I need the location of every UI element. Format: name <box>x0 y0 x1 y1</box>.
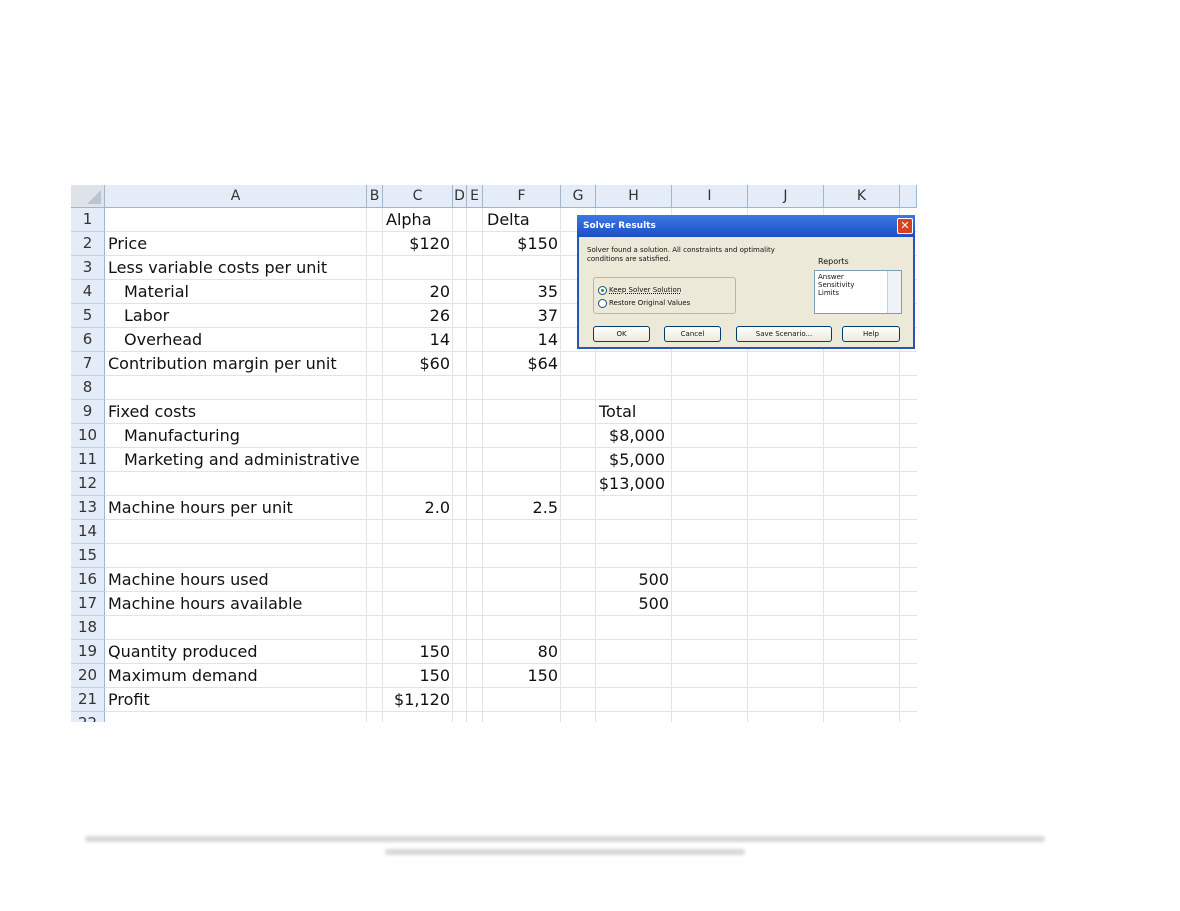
row-header-6[interactable]: 6 <box>71 328 105 352</box>
column-header-h[interactable]: H <box>596 185 672 208</box>
cell-c6[interactable]: 14 <box>383 328 450 352</box>
column-header-a[interactable]: A <box>105 185 367 208</box>
cell-a13[interactable]: Machine hours per unit <box>108 496 364 520</box>
row-header-15[interactable]: 15 <box>71 544 105 568</box>
row-header-7[interactable]: 7 <box>71 352 105 376</box>
row-header-4[interactable]: 4 <box>71 280 105 304</box>
keep-solution-label[interactable]: Keep Solver Solution <box>609 286 733 295</box>
row-header-19[interactable]: 19 <box>71 640 105 664</box>
solver-message-line2: conditions are satisfied. <box>587 255 671 263</box>
cell-a10[interactable]: Manufacturing <box>124 424 364 448</box>
cell-a20[interactable]: Maximum demand <box>108 664 364 688</box>
row-header-10[interactable]: 10 <box>71 424 105 448</box>
cell-h17[interactable]: 500 <box>596 592 669 616</box>
cell-f13[interactable]: 2.5 <box>483 496 558 520</box>
column-header-k[interactable]: K <box>824 185 900 208</box>
cell-c5[interactable]: 26 <box>383 304 450 328</box>
cell-a16[interactable]: Machine hours used <box>108 568 364 592</box>
solver-results-dialog: Solver Results ✕ Solver found a solution… <box>577 215 915 349</box>
select-all-corner[interactable] <box>71 185 105 208</box>
cell-h9[interactable]: Total <box>599 400 669 424</box>
cell-c1[interactable]: Alpha <box>386 208 450 232</box>
row-header-22[interactable]: 22 <box>71 712 105 722</box>
keep-solution-radio[interactable] <box>598 286 607 295</box>
cell-a21[interactable]: Profit <box>108 688 364 712</box>
cell-a5[interactable]: Labor <box>124 304 364 328</box>
cell-a17[interactable]: Machine hours available <box>108 592 364 616</box>
row-header-20[interactable]: 20 <box>71 664 105 688</box>
cell-a3[interactable]: Less variable costs per unit <box>108 256 364 280</box>
row-header-16[interactable]: 16 <box>71 568 105 592</box>
cell-a4[interactable]: Material <box>124 280 364 304</box>
cell-a7[interactable]: Contribution margin per unit <box>108 352 364 376</box>
row-header-17[interactable]: 17 <box>71 592 105 616</box>
solver-message-line1: Solver found a solution. All constraints… <box>587 246 775 254</box>
cell-a2[interactable]: Price <box>108 232 364 256</box>
row-header-18[interactable]: 18 <box>71 616 105 640</box>
cell-f20[interactable]: 150 <box>483 664 558 688</box>
reports-label: Reports <box>818 257 849 266</box>
cell-c2[interactable]: $120 <box>383 232 450 256</box>
cell-a9[interactable]: Fixed costs <box>108 400 364 424</box>
cell-c7[interactable]: $60 <box>383 352 450 376</box>
row-header-1[interactable]: 1 <box>71 208 105 232</box>
row-header-13[interactable]: 13 <box>71 496 105 520</box>
ok-button[interactable]: OK <box>593 326 650 342</box>
cell-c19[interactable]: 150 <box>383 640 450 664</box>
cancel-button[interactable]: Cancel <box>664 326 721 342</box>
cell-h16[interactable]: 500 <box>596 568 669 592</box>
cell-h12[interactable]: $13,000 <box>596 472 665 496</box>
cell-f6[interactable]: 14 <box>483 328 558 352</box>
column-header-d[interactable]: D <box>453 185 467 208</box>
row-header-2[interactable]: 2 <box>71 232 105 256</box>
dialog-title-bar[interactable]: Solver Results ✕ <box>577 215 915 237</box>
cell-f5[interactable]: 37 <box>483 304 558 328</box>
cell-a6[interactable]: Overhead <box>124 328 364 352</box>
cell-c13[interactable]: 2.0 <box>383 496 450 520</box>
column-header-g[interactable]: G <box>561 185 596 208</box>
cell-f1[interactable]: Delta <box>487 208 559 232</box>
save-scenario-button[interactable]: Save Scenario... <box>736 326 832 342</box>
row-header-11[interactable]: 11 <box>71 448 105 472</box>
help-button[interactable]: Help <box>842 326 900 342</box>
row-header-8[interactable]: 8 <box>71 376 105 400</box>
column-header-f[interactable]: F <box>483 185 561 208</box>
column-header-c[interactable]: C <box>383 185 453 208</box>
row-header-12[interactable]: 12 <box>71 472 105 496</box>
report-item-limits[interactable]: Limits <box>818 289 839 298</box>
column-header-i[interactable]: I <box>672 185 748 208</box>
cell-f4[interactable]: 35 <box>483 280 558 304</box>
column-header-b[interactable]: B <box>367 185 383 208</box>
row-header-3[interactable]: 3 <box>71 256 105 280</box>
cell-c20[interactable]: 150 <box>383 664 450 688</box>
dialog-title: Solver Results <box>583 221 656 231</box>
column-header-l[interactable] <box>900 185 917 208</box>
cell-f7[interactable]: $64 <box>483 352 558 376</box>
row-header-9[interactable]: 9 <box>71 400 105 424</box>
row-header-5[interactable]: 5 <box>71 304 105 328</box>
cell-h11[interactable]: $5,000 <box>596 448 665 472</box>
cell-c21[interactable]: $1,120 <box>383 688 450 712</box>
close-icon[interactable]: ✕ <box>897 218 913 234</box>
restore-values-radio[interactable] <box>598 299 607 308</box>
cell-f19[interactable]: 80 <box>483 640 558 664</box>
solution-options-group: Keep Solver Solution Restore Original Va… <box>593 277 736 314</box>
row-header-14[interactable]: 14 <box>71 520 105 544</box>
reports-listbox[interactable]: Answer Sensitivity Limits <box>814 270 902 314</box>
column-header-j[interactable]: J <box>748 185 824 208</box>
reports-scrollbar[interactable] <box>887 271 901 313</box>
cell-h10[interactable]: $8,000 <box>596 424 665 448</box>
cell-c4[interactable]: 20 <box>383 280 450 304</box>
cell-f2[interactable]: $150 <box>483 232 558 256</box>
restore-values-label[interactable]: Restore Original Values <box>609 299 733 308</box>
cell-a19[interactable]: Quantity produced <box>108 640 364 664</box>
cell-a11[interactable]: Marketing and administrative <box>124 448 364 472</box>
blurred-caption <box>85 834 1045 860</box>
row-header-21[interactable]: 21 <box>71 688 105 712</box>
column-header-e[interactable]: E <box>467 185 483 208</box>
